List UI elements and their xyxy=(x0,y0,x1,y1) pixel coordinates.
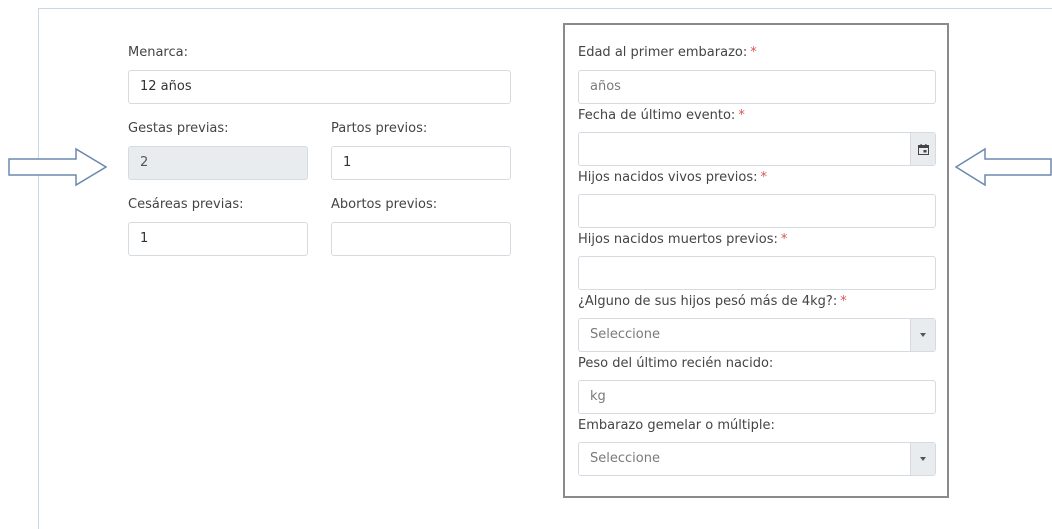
partos-label: Partos previos: xyxy=(331,121,428,136)
peso4kg-label: ¿Alguno de sus hijos pesó más de 4kg?: * xyxy=(578,294,847,309)
abortos-label: Abortos previos: xyxy=(331,197,438,212)
gemelar-label: Embarazo gemelar o múltiple: xyxy=(578,418,775,433)
arrow-left-icon xyxy=(955,147,1052,187)
gestas-label: Gestas previas: xyxy=(128,121,229,136)
gemelar-dropdown-toggle[interactable] xyxy=(910,443,935,475)
peso4kg-select[interactable]: Seleccione xyxy=(578,318,936,352)
menarca-label: Menarca: xyxy=(128,45,188,60)
edad-label: Edad al primer embarazo: * xyxy=(578,45,757,60)
caret-down-icon xyxy=(920,333,926,337)
arrow-right-icon xyxy=(8,147,108,187)
gemelar-select[interactable]: Seleccione xyxy=(578,442,936,476)
calendar-icon xyxy=(917,143,929,155)
cesareas-input[interactable]: 1 xyxy=(128,222,308,256)
vivos-label: Hijos nacidos vivos previos: * xyxy=(578,170,768,185)
peso4kg-selected: Seleccione xyxy=(590,327,660,342)
caret-down-icon xyxy=(920,457,926,461)
edad-input[interactable]: años xyxy=(578,70,936,104)
partos-input[interactable]: 1 xyxy=(331,146,511,180)
muertos-label: Hijos nacidos muertos previos: * xyxy=(578,232,788,247)
peso4kg-dropdown-toggle[interactable] xyxy=(910,319,935,351)
peso-label: Peso del último recién nacido: xyxy=(578,356,774,371)
menarca-input[interactable]: 12 años xyxy=(128,70,511,104)
cesareas-label: Cesáreas previas: xyxy=(128,197,244,212)
gestas-input: 2 xyxy=(128,146,308,180)
calendar-button[interactable] xyxy=(910,133,935,165)
fecha-input[interactable] xyxy=(578,132,936,166)
muertos-input[interactable] xyxy=(578,256,936,290)
gemelar-selected: Seleccione xyxy=(590,451,660,466)
fecha-label: Fecha de último evento: * xyxy=(578,108,745,123)
abortos-input[interactable] xyxy=(331,222,511,256)
vivos-input[interactable] xyxy=(578,194,936,228)
peso-input[interactable]: kg xyxy=(578,380,936,414)
